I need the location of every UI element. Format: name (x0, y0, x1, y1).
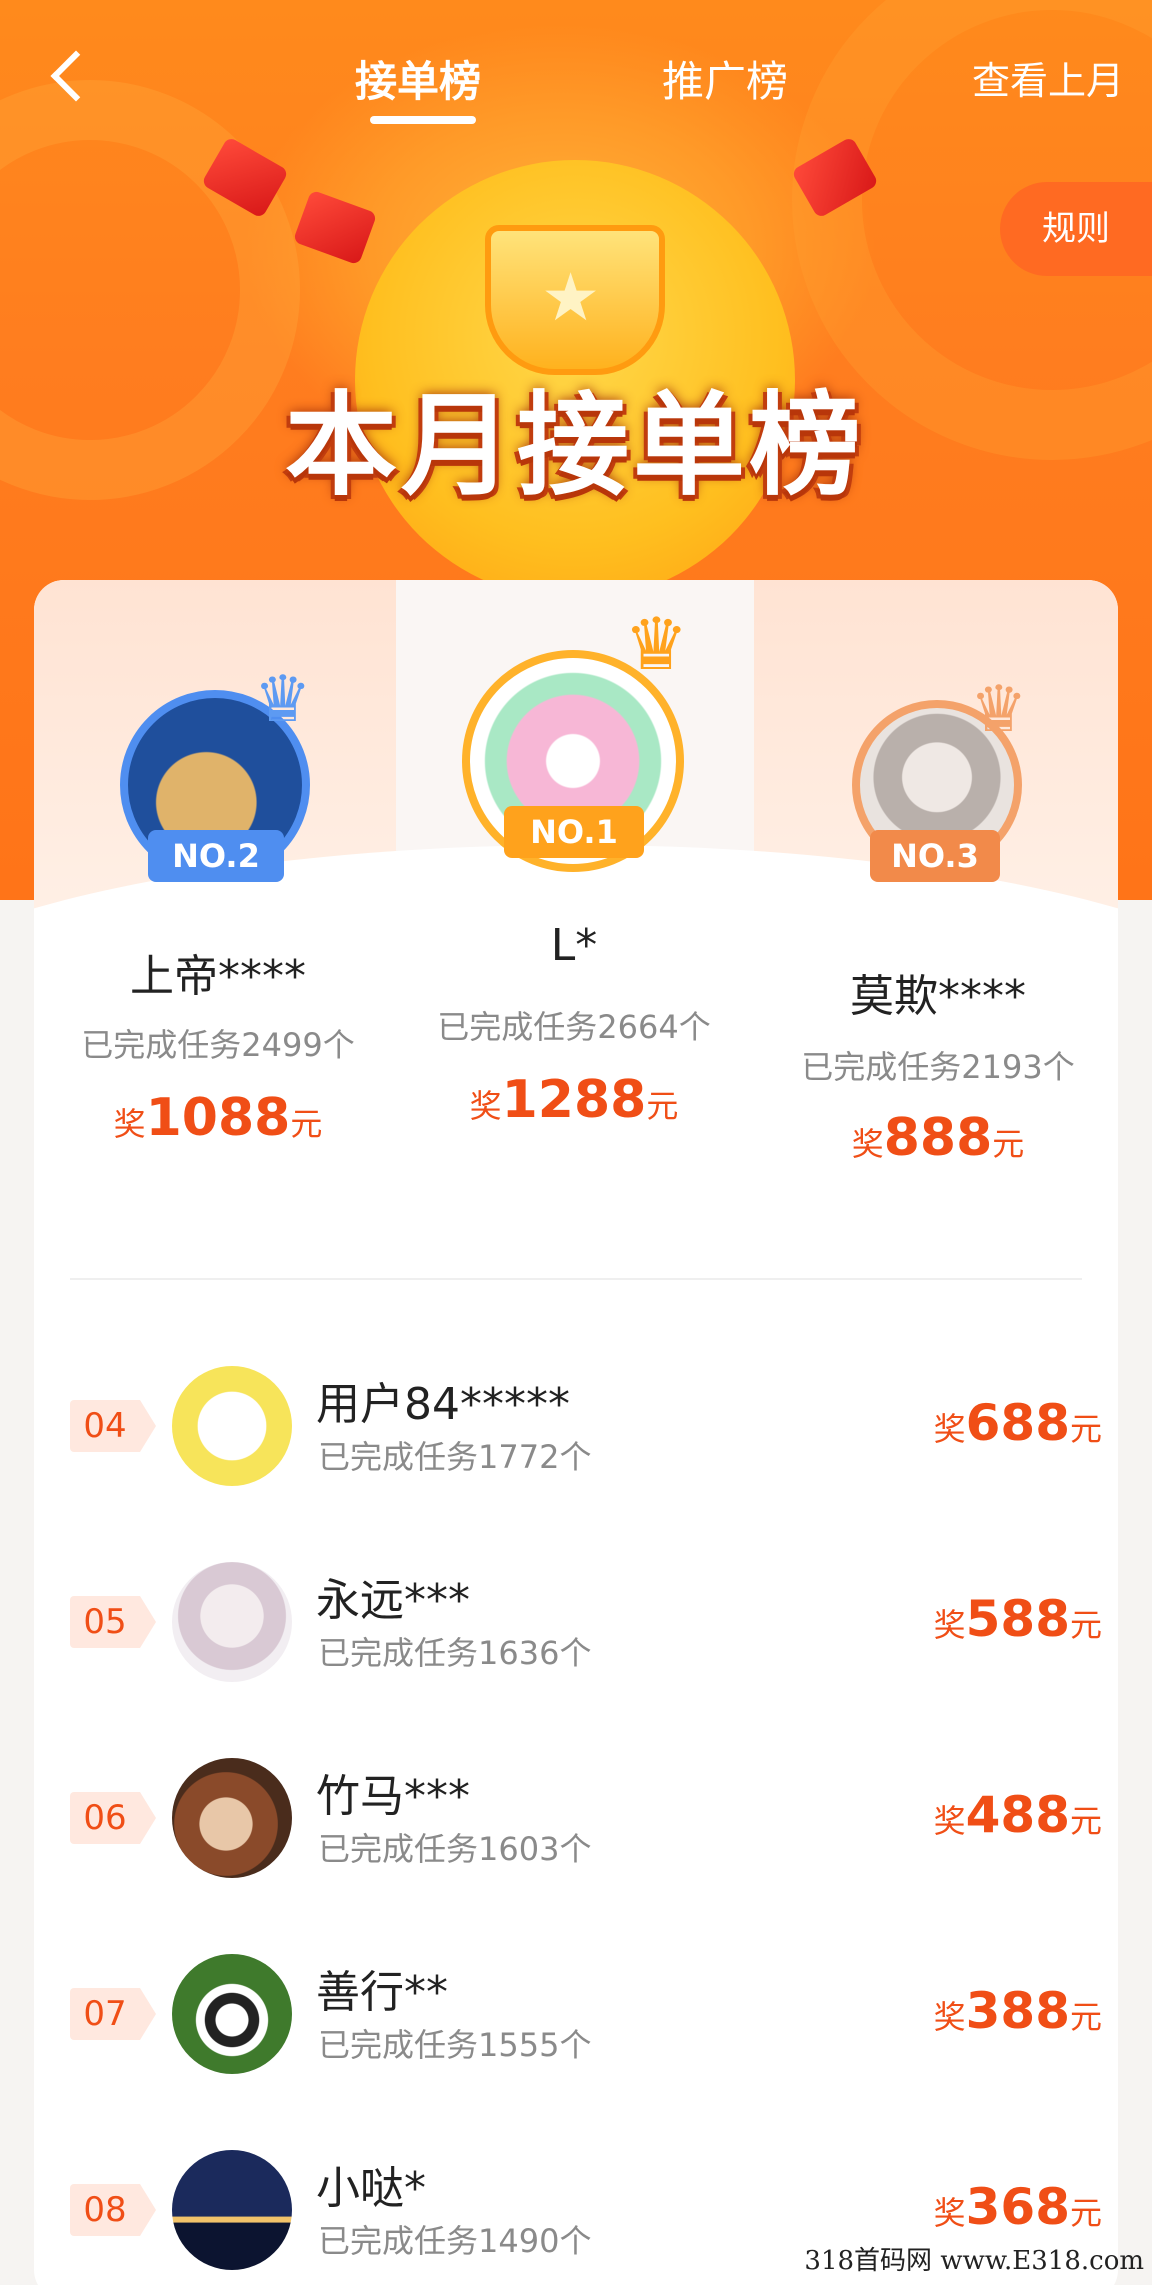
prize: 奖688元 (933, 1394, 1102, 1452)
top-task-count: 已完成任务2499个 (81, 1026, 355, 1064)
top-task-count: 已完成任务2664个 (437, 1008, 711, 1046)
avatar[interactable] (172, 2150, 292, 2270)
avatar[interactable] (172, 1366, 292, 1486)
podium: ♛ NO.2 ♛ NO.1 ♛ NO.3 (34, 580, 1118, 1245)
top-name: L* (550, 920, 598, 971)
rank-badge: NO.1 (504, 806, 644, 858)
top-name: 上帝**** (130, 951, 306, 1002)
ranking-card: ♛ NO.2 ♛ NO.1 ♛ NO.3 上帝**** 已完成任务2499个 奖… (34, 580, 1118, 2285)
avatar[interactable] (172, 1562, 292, 1682)
active-tab-indicator (370, 116, 476, 124)
task-count: 已完成任务1490个 (318, 2222, 592, 2260)
top-prize: 奖1088元 (113, 1088, 323, 1148)
avatar[interactable] (172, 1758, 292, 1878)
ranking-row[interactable]: 07 善行** 已完成任务1555个 奖388元 (34, 1938, 1118, 2088)
top-bar: 接单榜 推广榜 查看上月 (0, 40, 1152, 124)
tab-order-ranking[interactable]: 接单榜 (355, 48, 481, 109)
ranking-row[interactable]: 04 用户84***** 已完成任务1772个 奖688元 (34, 1350, 1118, 1500)
rules-button[interactable]: 规则 (1000, 182, 1152, 276)
top-prize: 奖1288元 (469, 1070, 679, 1130)
prize: 奖488元 (933, 1786, 1102, 1844)
user-name: 小哒* (316, 2163, 426, 2214)
crown-icon: ♛ (254, 663, 312, 737)
task-count: 已完成任务1772个 (318, 1438, 592, 1476)
user-name: 善行** (316, 1967, 448, 2018)
task-count: 已完成任务1603个 (318, 1830, 592, 1868)
crown-icon: ♛ (970, 673, 1028, 747)
decor-gift-box (292, 189, 378, 266)
task-count: 已完成任务1636个 (318, 1634, 592, 1672)
task-count: 已完成任务1555个 (318, 2026, 592, 2064)
prize: 奖388元 (933, 1982, 1102, 2040)
rank-number: 05 (70, 1596, 156, 1648)
watermark: 318首码网 www.E318.com (804, 2246, 1144, 2276)
prize: 奖588元 (933, 1590, 1102, 1648)
top-prize: 奖888元 (851, 1108, 1025, 1168)
user-name: 永远*** (316, 1575, 470, 1626)
ranking-row[interactable]: 06 竹马*** 已完成任务1603个 奖488元 (34, 1742, 1118, 1892)
prize: 奖368元 (933, 2178, 1102, 2236)
user-name: 竹马*** (316, 1771, 470, 1822)
rank-number: 06 (70, 1792, 156, 1844)
back-arrow-icon[interactable] (40, 48, 96, 104)
user-name: 用户84***** (316, 1379, 570, 1430)
tab-promotion-ranking[interactable]: 推广榜 (662, 48, 788, 109)
top-task-count: 已完成任务2193个 (801, 1048, 1075, 1086)
divider (70, 1278, 1082, 1280)
ranking-row[interactable]: 05 永远*** 已完成任务1636个 奖588元 (34, 1546, 1118, 1696)
banner-title: 本月接单榜 (285, 381, 865, 511)
top-name: 莫欺**** (850, 971, 1026, 1022)
rank-number: 08 (70, 2184, 156, 2236)
avatar[interactable] (172, 1954, 292, 2074)
rank-number: 07 (70, 1988, 156, 2040)
view-last-month-link[interactable]: 查看上月 (972, 50, 1124, 105)
rank-badge: NO.3 (870, 830, 1000, 882)
rank-number: 04 (70, 1400, 156, 1452)
crown-icon: ♛ (624, 602, 689, 686)
rank-badge: NO.2 (148, 830, 284, 882)
